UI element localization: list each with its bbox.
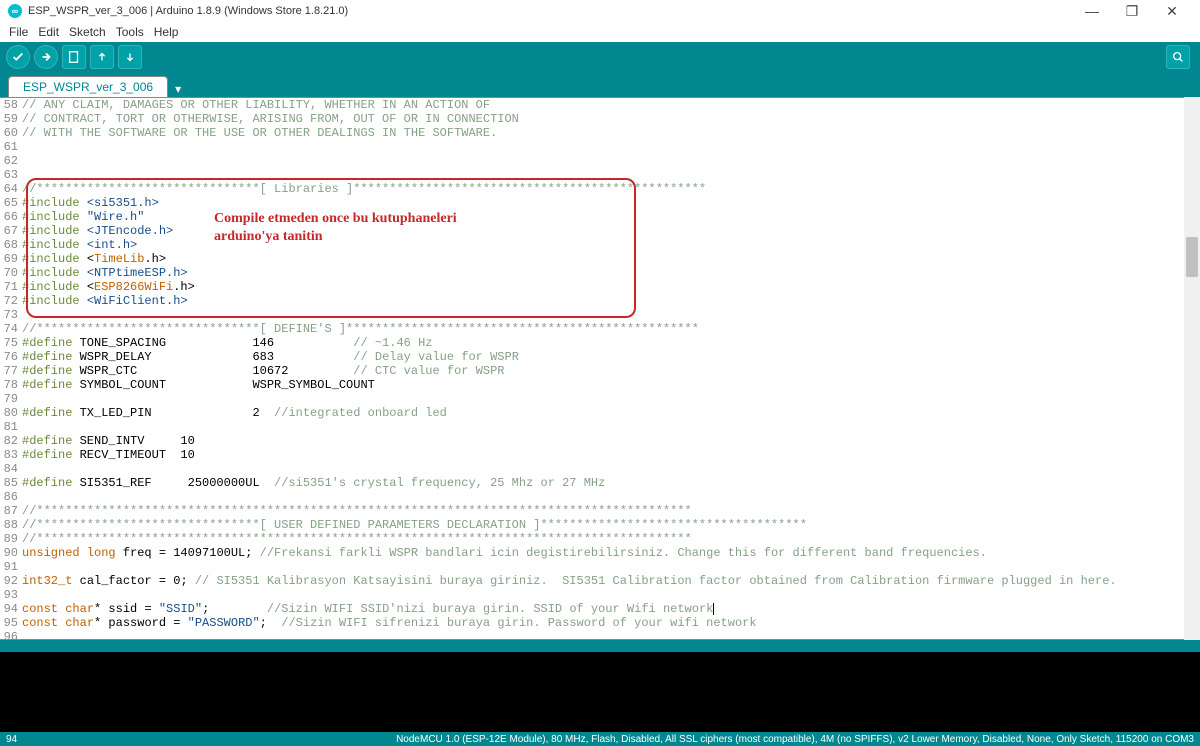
serial-monitor-button[interactable] bbox=[1166, 45, 1190, 69]
save-button[interactable] bbox=[118, 45, 142, 69]
toolbar bbox=[0, 42, 1200, 72]
open-button[interactable] bbox=[90, 45, 114, 69]
menu-help[interactable]: Help bbox=[149, 25, 184, 39]
close-button[interactable]: ✕ bbox=[1152, 0, 1192, 22]
editor-scrollbar[interactable] bbox=[1184, 97, 1200, 640]
menu-sketch[interactable]: Sketch bbox=[64, 25, 111, 39]
status-board-info: NodeMCU 1.0 (ESP-12E Module), 80 MHz, Fl… bbox=[17, 734, 1194, 745]
editor-area[interactable]: 58// ANY CLAIM, DAMAGES OR OTHER LIABILI… bbox=[0, 97, 1200, 640]
arduino-logo-icon: ∞ bbox=[8, 4, 22, 18]
menu-file[interactable]: File bbox=[4, 25, 33, 39]
annotation-text: Compile etmeden once bu kutuphaneleri ar… bbox=[214, 210, 457, 246]
scrollbar-thumb[interactable] bbox=[1186, 237, 1198, 277]
code-editor[interactable]: 58// ANY CLAIM, DAMAGES OR OTHER LIABILI… bbox=[0, 98, 1200, 640]
console-panel bbox=[0, 652, 1200, 732]
tab-menu-button[interactable]: ▾ bbox=[170, 81, 186, 97]
status-line-number: 94 bbox=[6, 734, 17, 745]
menu-edit[interactable]: Edit bbox=[33, 25, 64, 39]
menu-tools[interactable]: Tools bbox=[111, 25, 149, 39]
minimize-button[interactable]: — bbox=[1072, 0, 1112, 22]
verify-button[interactable] bbox=[6, 45, 30, 69]
sketch-tab-label: ESP_WSPR_ver_3_006 bbox=[23, 80, 153, 94]
title-bar: ∞ ESP_WSPR_ver_3_006 | Arduino 1.8.9 (Wi… bbox=[0, 0, 1200, 22]
window-title: ESP_WSPR_ver_3_006 | Arduino 1.8.9 (Wind… bbox=[28, 5, 1072, 17]
new-button[interactable] bbox=[62, 45, 86, 69]
status-bar: 94 NodeMCU 1.0 (ESP-12E Module), 80 MHz,… bbox=[0, 732, 1200, 746]
menu-bar: File Edit Sketch Tools Help bbox=[0, 22, 1200, 42]
tab-strip: ESP_WSPR_ver_3_006 ▾ bbox=[0, 72, 1200, 97]
maximize-button[interactable]: ❐ bbox=[1112, 0, 1152, 22]
sketch-tab[interactable]: ESP_WSPR_ver_3_006 bbox=[8, 76, 168, 97]
upload-button[interactable] bbox=[34, 45, 58, 69]
console-divider bbox=[0, 640, 1200, 652]
